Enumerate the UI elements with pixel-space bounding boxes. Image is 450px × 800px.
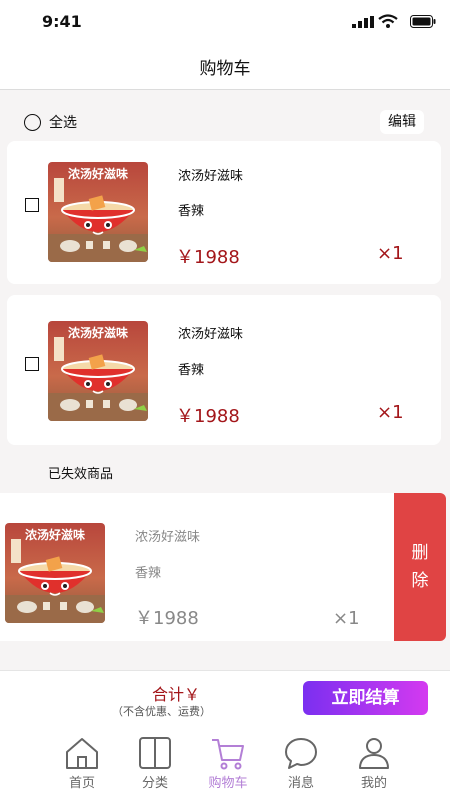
cart-icon <box>212 739 244 770</box>
message-icon <box>285 738 317 769</box>
product-spec: 香辣 <box>178 363 205 378</box>
total-label: 合计￥ <box>151 685 200 704</box>
product-image[interactable]: 浓汤好滋味 <box>5 523 105 623</box>
signal-icon <box>352 16 374 28</box>
wifi-icon <box>378 14 398 28</box>
page-title: 购物车 <box>199 59 251 79</box>
invalid-section-title: 已失效商品 <box>48 467 114 482</box>
image-caption: 浓汤好滋味 <box>24 528 85 542</box>
tab-label: 分类 <box>141 776 168 791</box>
cart-item[interactable]: 浓汤好滋味 浓汤好滋味 香辣 ￥1988 ×1 <box>7 295 441 445</box>
product-qty: ×1 <box>377 402 404 423</box>
image-caption: 浓汤好滋味 <box>67 326 128 340</box>
product-price: ￥1988 <box>135 608 199 629</box>
status-time: 9:41 <box>42 12 82 31</box>
tab-message[interactable]: 消息 <box>271 736 331 791</box>
tab-cart[interactable]: 购物车 <box>198 736 258 791</box>
edit-button[interactable]: 编辑 <box>380 110 424 134</box>
total-note: （不含优惠、运费） <box>112 705 211 718</box>
product-image[interactable]: 浓汤好滋味 <box>48 321 148 421</box>
tab-label: 消息 <box>287 776 314 791</box>
select-all-label: 全选 <box>49 115 77 131</box>
product-image[interactable]: 浓汤好滋味 <box>48 162 148 262</box>
delete-label-1: 删 <box>411 543 429 563</box>
user-icon <box>359 738 389 769</box>
invalid-item[interactable]: 浓汤好滋味 浓汤好滋味 香辣 ￥1988 ×1 <box>0 493 394 641</box>
delete-button[interactable]: 删 除 <box>394 493 446 641</box>
tab-home[interactable]: 首页 <box>52 736 112 791</box>
product-qty: ×1 <box>333 608 360 629</box>
product-price: ￥1988 <box>176 247 240 268</box>
product-name: 浓汤好滋味 <box>178 327 244 342</box>
select-all[interactable]: 全选 <box>24 112 77 132</box>
item-checkbox[interactable] <box>25 357 39 371</box>
delete-label-2: 除 <box>411 571 429 591</box>
product-price: ￥1988 <box>176 406 240 427</box>
home-icon <box>66 738 98 769</box>
product-qty: ×1 <box>377 243 404 264</box>
product-spec: 香辣 <box>135 566 162 581</box>
tab-label: 首页 <box>68 776 95 791</box>
category-icon <box>139 737 171 769</box>
tab-label: 我的 <box>360 776 387 791</box>
product-spec: 香辣 <box>178 204 205 219</box>
image-caption: 浓汤好滋味 <box>67 167 128 181</box>
checkout-button[interactable]: 立即结算 <box>303 681 428 715</box>
product-name: 浓汤好滋味 <box>178 169 244 184</box>
checkout-bar: 合计￥ （不含优惠、运费） 立即结算 <box>0 670 450 722</box>
tab-category[interactable]: 分类 <box>125 736 185 791</box>
item-checkbox[interactable] <box>25 198 39 212</box>
cart-item[interactable]: 浓汤好滋味 浓汤好滋味 香辣 ￥1988 ×1 <box>7 141 441 284</box>
status-bar: 9:41 <box>0 0 450 44</box>
tab-profile[interactable]: 我的 <box>344 736 404 791</box>
tab-label: 购物车 <box>208 776 248 791</box>
product-name: 浓汤好滋味 <box>135 530 201 545</box>
battery-icon <box>410 15 436 28</box>
nav-bar: 购物车 <box>0 44 450 90</box>
select-all-radio[interactable] <box>24 113 41 131</box>
tab-bar: 首页 分类 购物车 消息 我的 <box>0 722 450 800</box>
